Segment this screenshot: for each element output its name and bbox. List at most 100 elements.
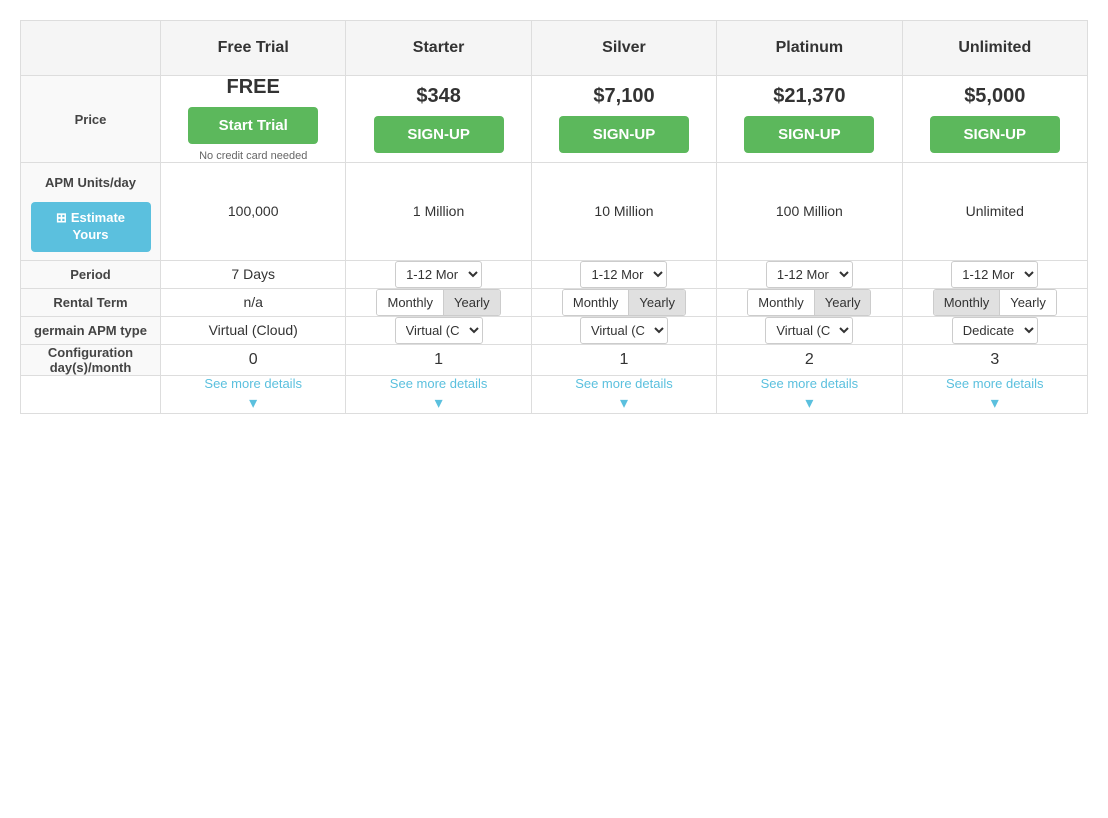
rental-term-row: Rental Term n/a Monthly Yearly Monthly Y… <box>21 288 1088 316</box>
platinum-signup-button[interactable]: SIGN-UP <box>744 116 874 153</box>
rental-term-unlimited-toggle: Monthly Yearly <box>933 289 1057 316</box>
period-free-trial-cell: 7 Days <box>161 260 346 288</box>
chevron-down-icon-starter: ▾ <box>346 393 530 413</box>
platinum-amount: $21,370 <box>717 85 901 108</box>
apm-type-free-trial-value: Virtual (Cloud) <box>209 322 298 338</box>
details-starter-link[interactable]: See more details <box>346 376 530 391</box>
apm-unlimited-value: Unlimited <box>966 203 1024 219</box>
silver-yearly-btn[interactable]: Yearly <box>629 290 685 315</box>
unlimited-monthly-btn[interactable]: Monthly <box>934 290 1001 315</box>
starter-monthly-btn[interactable]: Monthly <box>377 290 444 315</box>
apm-label-cell: APM Units/day ⊞ EstimateYours <box>21 163 161 261</box>
unlimited-signup-button[interactable]: SIGN-UP <box>930 116 1060 153</box>
rental-term-free-trial-cell: n/a <box>161 288 346 316</box>
unlimited-yearly-btn[interactable]: Yearly <box>1000 290 1056 315</box>
period-silver-select[interactable]: 1-12 Mor <box>580 261 667 288</box>
price-unlimited-cell: $5,000 SIGN-UP <box>902 76 1087 163</box>
apm-starter-cell: 1 Million <box>346 163 531 261</box>
config-silver-cell: 1 <box>531 344 716 375</box>
price-platinum-cell: $21,370 SIGN-UP <box>717 76 902 163</box>
price-label: Price <box>21 76 161 163</box>
details-free-trial-cell: See more details ▾ <box>161 375 346 413</box>
chevron-down-icon-silver: ▾ <box>532 393 716 413</box>
apm-silver-value: 10 Million <box>594 203 653 219</box>
header-row: Free Trial Starter Silver Platinum Unlim… <box>21 21 1088 76</box>
apm-type-starter-cell: Virtual (C <box>346 316 531 344</box>
apm-type-free-trial-cell: Virtual (Cloud) <box>161 316 346 344</box>
rental-term-starter-toggle: Monthly Yearly <box>376 289 500 316</box>
apm-type-unlimited-cell: Dedicate <box>902 316 1087 344</box>
starter-yearly-btn[interactable]: Yearly <box>444 290 500 315</box>
silver-signup-button[interactable]: SIGN-UP <box>559 116 689 153</box>
chevron-down-icon-unlimited: ▾ <box>903 393 1087 413</box>
config-starter-value: 1 <box>434 351 443 368</box>
apm-label: APM Units/day <box>21 163 160 198</box>
header-empty <box>21 21 161 76</box>
rental-term-silver-cell: Monthly Yearly <box>531 288 716 316</box>
price-silver-cell: $7,100 SIGN-UP <box>531 76 716 163</box>
details-silver-link[interactable]: See more details <box>532 376 716 391</box>
free-trial-amount: FREE <box>161 76 345 99</box>
config-unlimited-cell: 3 <box>902 344 1087 375</box>
header-starter: Starter <box>346 21 531 76</box>
apm-type-row: germain APM type Virtual (Cloud) Virtual… <box>21 316 1088 344</box>
price-row: Price FREE Start Trial No credit card ne… <box>21 76 1088 163</box>
calculator-icon: ⊞ <box>56 210 67 225</box>
details-free-trial-link[interactable]: See more details <box>161 376 345 391</box>
details-platinum-link[interactable]: See more details <box>717 376 901 391</box>
price-free-trial-cell: FREE Start Trial No credit card needed <box>161 76 346 163</box>
estimate-label: EstimateYours <box>71 210 125 242</box>
header-silver: Silver <box>531 21 716 76</box>
chevron-down-icon-free-trial: ▾ <box>161 393 345 413</box>
details-starter-cell: See more details ▾ <box>346 375 531 413</box>
period-starter-select[interactable]: 1-12 Mor <box>395 261 482 288</box>
period-free-trial-value: 7 Days <box>231 266 275 282</box>
apm-type-label: germain APM type <box>21 316 161 344</box>
period-silver-cell: 1-12 Mor <box>531 260 716 288</box>
rental-term-free-trial-value: n/a <box>243 294 262 310</box>
apm-type-platinum-select[interactable]: Virtual (C <box>765 317 853 344</box>
starter-amount: $348 <box>346 85 530 108</box>
period-starter-cell: 1-12 Mor <box>346 260 531 288</box>
config-platinum-cell: 2 <box>717 344 902 375</box>
header-unlimited: Unlimited <box>902 21 1087 76</box>
period-platinum-cell: 1-12 Mor <box>717 260 902 288</box>
silver-amount: $7,100 <box>532 85 716 108</box>
platinum-monthly-btn[interactable]: Monthly <box>748 290 815 315</box>
starter-signup-button[interactable]: SIGN-UP <box>374 116 504 153</box>
details-row: See more details ▾ See more details ▾ Se… <box>21 375 1088 413</box>
apm-type-unlimited-select[interactable]: Dedicate <box>952 317 1038 344</box>
apm-free-trial-value: 100,000 <box>228 203 279 219</box>
silver-monthly-btn[interactable]: Monthly <box>563 290 630 315</box>
details-unlimited-link[interactable]: See more details <box>903 376 1087 391</box>
unlimited-amount: $5,000 <box>903 85 1087 108</box>
apm-row: APM Units/day ⊞ EstimateYours 100,000 1 M… <box>21 163 1088 261</box>
estimate-button[interactable]: ⊞ EstimateYours <box>31 202 151 252</box>
header-platinum: Platinum <box>717 21 902 76</box>
no-credit-text: No credit card needed <box>161 150 345 162</box>
apm-type-silver-cell: Virtual (C <box>531 316 716 344</box>
rental-term-starter-cell: Monthly Yearly <box>346 288 531 316</box>
apm-starter-value: 1 Million <box>413 203 464 219</box>
rental-term-platinum-cell: Monthly Yearly <box>717 288 902 316</box>
apm-platinum-value: 100 Million <box>776 203 843 219</box>
config-free-trial-value: 0 <box>249 351 258 368</box>
config-label: Configuration day(s)/month <box>21 344 161 375</box>
apm-free-trial-cell: 100,000 <box>161 163 346 261</box>
period-platinum-select[interactable]: 1-12 Mor <box>766 261 853 288</box>
period-unlimited-select[interactable]: 1-12 Mor <box>951 261 1038 288</box>
platinum-yearly-btn[interactable]: Yearly <box>815 290 871 315</box>
apm-type-platinum-cell: Virtual (C <box>717 316 902 344</box>
start-trial-button[interactable]: Start Trial <box>188 107 318 144</box>
apm-type-starter-select[interactable]: Virtual (C <box>395 317 483 344</box>
apm-type-silver-select[interactable]: Virtual (C <box>580 317 668 344</box>
period-label: Period <box>21 260 161 288</box>
details-silver-cell: See more details ▾ <box>531 375 716 413</box>
config-row: Configuration day(s)/month 0 1 1 2 3 <box>21 344 1088 375</box>
price-starter-cell: $348 SIGN-UP <box>346 76 531 163</box>
rental-term-platinum-toggle: Monthly Yearly <box>747 289 871 316</box>
header-free-trial: Free Trial <box>161 21 346 76</box>
config-free-trial-cell: 0 <box>161 344 346 375</box>
apm-unlimited-cell: Unlimited <box>902 163 1087 261</box>
rental-term-silver-toggle: Monthly Yearly <box>562 289 686 316</box>
